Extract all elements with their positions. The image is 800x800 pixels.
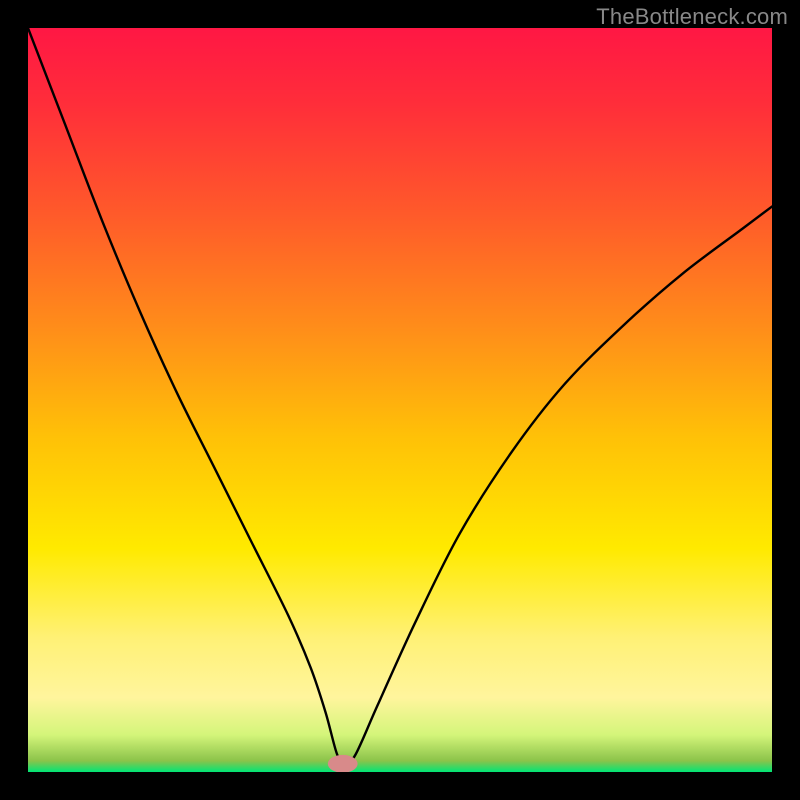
chart-svg: [28, 28, 772, 772]
watermark-label: TheBottleneck.com: [596, 4, 788, 30]
plot-area: [28, 28, 772, 772]
chart-background: [28, 28, 772, 772]
min-point-marker: [328, 755, 358, 772]
